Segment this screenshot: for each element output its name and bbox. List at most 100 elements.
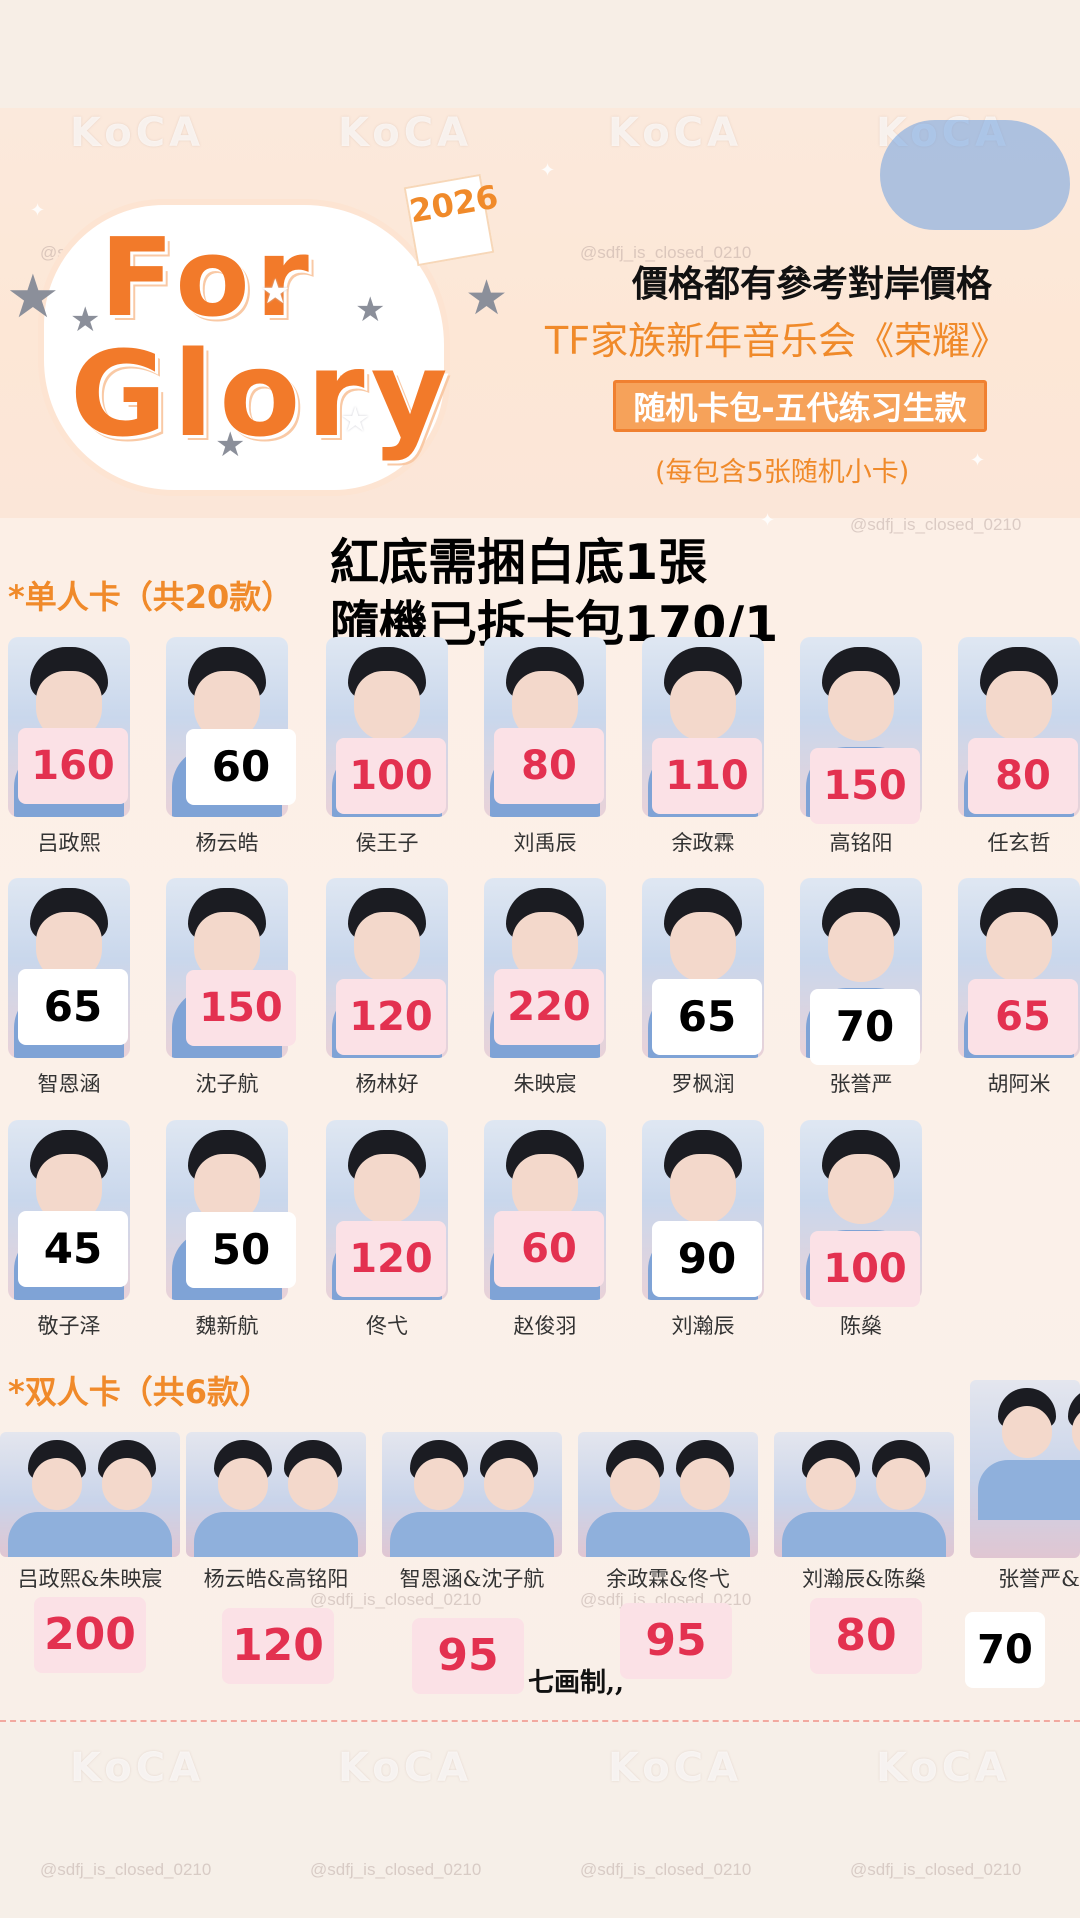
pair-name: 刘瀚辰&陈燊 (802, 1567, 926, 1591)
watermark-logo: KoCA (608, 110, 743, 156)
photo-face (828, 1154, 894, 1224)
member-name: 智恩涵 (37, 1072, 101, 1096)
member-name: 陈燊 (840, 1314, 882, 1338)
member-name: 佟弋 (366, 1314, 408, 1338)
member-name: 侯王子 (355, 831, 419, 855)
watermark-logo: KoCA (338, 1745, 473, 1791)
price-badge: 160 (18, 728, 128, 804)
watermark-handle: @sdfj_is_closed_0210 (310, 1590, 482, 1609)
photo-face (670, 912, 736, 982)
watermark-handle: @sdfj_is_closed_0210 (850, 1860, 1022, 1879)
photo-face (670, 1154, 736, 1224)
price-badge: 100 (810, 1231, 920, 1307)
star-icon: ★ (215, 425, 246, 465)
price-badge: 150 (810, 748, 920, 824)
member-name: 任玄哲 (987, 831, 1051, 855)
watermark-logo: KoCA (338, 110, 473, 156)
watermark-handle: @sdfj_is_closed_0210 (40, 1860, 212, 1879)
member-name: 刘瀚辰 (671, 1314, 735, 1338)
year-tag: 2026 (403, 173, 501, 267)
photo-part (484, 1458, 534, 1510)
sparkle-icon: ✦ (970, 450, 986, 471)
photo-part (978, 1460, 1080, 1520)
price-badge: 70 (810, 989, 920, 1065)
pair-name: 余政霖&佟弋 (606, 1567, 730, 1591)
concert-title: TF家族新年音乐会《荣耀》 (545, 319, 1009, 363)
sparkle-icon: ✦ (540, 160, 556, 181)
price-reference-note: 價格都有參考對岸價格 (632, 264, 993, 305)
price-badge: 60 (494, 1211, 604, 1287)
price-badge: 80 (494, 728, 604, 804)
star-icon: ★ (6, 262, 60, 332)
price-badge: 65 (18, 969, 128, 1045)
cloud-decoration (880, 120, 1070, 230)
member-name: 杨云皓 (195, 831, 259, 855)
member-name: 胡阿米 (987, 1072, 1051, 1096)
price-badge: 120 (336, 1221, 446, 1297)
photo-part (8, 1512, 172, 1557)
photo-part (876, 1458, 926, 1510)
watermark-handle: @sdfj_is_closed_0210 (580, 1860, 752, 1879)
watermark-logo: KoCA (876, 1745, 1011, 1791)
pair-photo-card (774, 1432, 954, 1557)
photo-part (586, 1512, 750, 1557)
pair-name: 吕政熙&朱映宸 (17, 1567, 163, 1591)
photo-face (986, 671, 1052, 741)
star-icon: ★ (340, 400, 371, 440)
photo-face (354, 1154, 420, 1224)
watermark-handle: @sdfj_is_closed_0210 (310, 1860, 482, 1879)
top-band (0, 0, 1080, 108)
price-badge: 65 (968, 979, 1078, 1055)
pair-name: 杨云皓&高铭阳 (203, 1567, 349, 1591)
price-badge: 150 (186, 970, 296, 1046)
notice-line1: 紅底需捆白底1張 (330, 534, 708, 591)
price-badge: 45 (18, 1211, 128, 1287)
watermark-logo: KoCA (70, 110, 205, 156)
photo-face (354, 912, 420, 982)
divider (0, 1720, 1080, 1722)
sparkle-icon: ✦ (30, 200, 46, 221)
pair-photo-card (0, 1432, 180, 1557)
price-badge: 65 (652, 979, 762, 1055)
pack-note: (每包含5张随机小卡) (655, 457, 910, 488)
photo-part (32, 1458, 82, 1510)
pair-price-badge: 95 (620, 1603, 732, 1679)
member-name: 罗枫润 (671, 1072, 735, 1096)
pair-section-title: *双人卡（共6款） (8, 1373, 272, 1411)
pair-price-badge: 70 (965, 1612, 1045, 1688)
pair-price-badge: 200 (34, 1597, 146, 1673)
sparkle-icon: ✦ (760, 510, 776, 531)
pair-name: 智恩涵&沈子航 (399, 1567, 545, 1591)
price-badge: 90 (652, 1221, 762, 1297)
member-name: 朱映宸 (513, 1072, 577, 1096)
pair-photo-card (970, 1380, 1080, 1558)
price-badge: 80 (968, 738, 1078, 814)
pair-name: 张誉严&魏新 (998, 1567, 1080, 1591)
member-name: 沈子航 (195, 1072, 259, 1096)
watermark-logo: KoCA (70, 1745, 205, 1791)
star-icon: ★ (355, 290, 386, 330)
photo-part (102, 1458, 152, 1510)
star-icon: ★ (70, 300, 101, 340)
pair-photo-card (186, 1432, 366, 1557)
star-icon: ★ (465, 270, 509, 326)
member-name: 高铭阳 (829, 831, 893, 855)
price-badge: 110 (652, 738, 762, 814)
watermark-logo: KoCA (608, 1745, 743, 1791)
photo-face (354, 671, 420, 741)
photo-part (414, 1458, 464, 1510)
photo-part (782, 1512, 946, 1557)
pair-price-badge: 120 (222, 1608, 334, 1684)
member-name: 杨林好 (355, 1072, 419, 1096)
member-name: 魏新航 (195, 1314, 259, 1338)
single-section-title: *单人卡（共20款） (8, 578, 294, 616)
photo-face (828, 671, 894, 741)
photo-part (218, 1458, 268, 1510)
star-icon: ★ (260, 272, 291, 312)
credit: 七画制,, (528, 1668, 625, 1698)
price-badge: 220 (494, 969, 604, 1045)
price-badge: 120 (336, 979, 446, 1055)
member-name: 敬子泽 (37, 1314, 101, 1338)
watermark-handle: @sdfj_is_closed_0210 (850, 515, 1022, 534)
photo-face (670, 671, 736, 741)
